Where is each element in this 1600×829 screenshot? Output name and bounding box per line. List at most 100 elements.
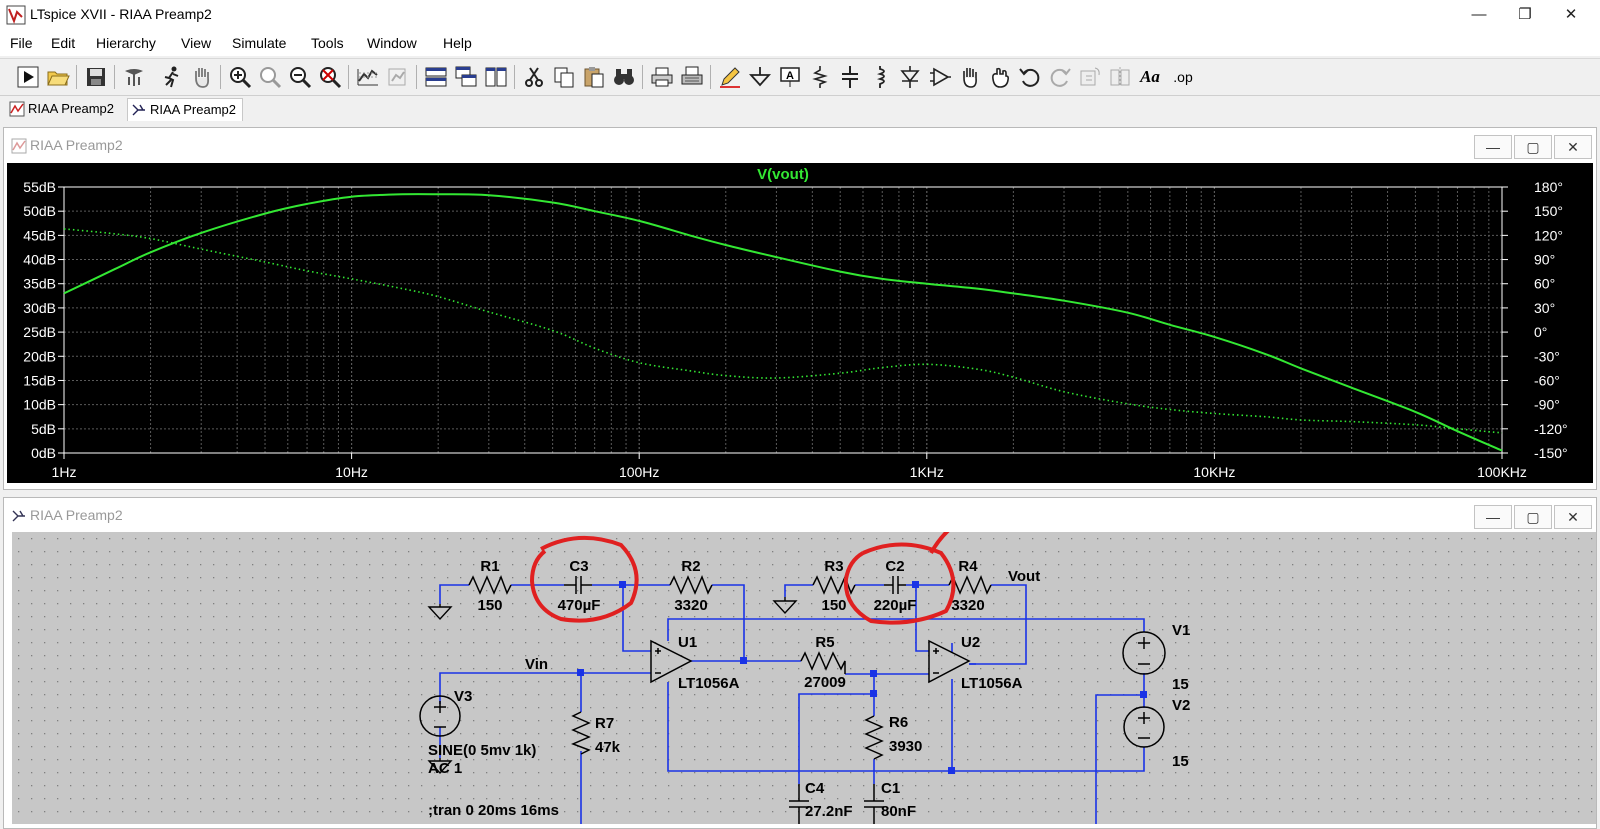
open-icon[interactable] bbox=[46, 65, 70, 89]
y-tick-label: 35dB bbox=[23, 276, 56, 292]
plot-maximize-button[interactable]: ▢ bbox=[1514, 135, 1552, 159]
y2-tick-label: 90° bbox=[1534, 252, 1555, 268]
schematic-close-button[interactable]: ✕ bbox=[1554, 505, 1592, 529]
bode-plot[interactable]: 0dB 5dB 10dB 15dB 20dB 25dB 30dB 35dB 40dB 45dB 50… bbox=[7, 163, 1593, 483]
window-title: LTspice XVII - RIAA Preamp2 bbox=[30, 6, 212, 22]
y2-tick-label: -120° bbox=[1534, 421, 1568, 437]
y-tick-label: 30dB bbox=[23, 300, 56, 316]
cut-icon[interactable] bbox=[522, 65, 546, 89]
menu-simulate[interactable]: Simulate bbox=[232, 35, 286, 51]
y2-tick-label: 180° bbox=[1534, 179, 1563, 195]
pencil-icon[interactable] bbox=[718, 65, 742, 89]
ltspice-logo-icon bbox=[6, 5, 26, 25]
print-setup-icon[interactable] bbox=[680, 65, 704, 89]
text-icon[interactable]: Aa bbox=[1138, 65, 1162, 89]
paste-icon[interactable] bbox=[582, 65, 606, 89]
label-v3-ref: V3 bbox=[454, 688, 472, 705]
diode-icon[interactable] bbox=[898, 65, 922, 89]
resistor-icon[interactable] bbox=[808, 65, 832, 89]
net-label-vout: Vout bbox=[1008, 568, 1040, 585]
label-c4-value: 27.2nF bbox=[805, 803, 853, 820]
label-v2-ref: V2 bbox=[1172, 697, 1190, 714]
zoom-cancel-icon[interactable] bbox=[318, 65, 342, 89]
y2-tick-label: 150° bbox=[1534, 203, 1563, 219]
schematic-maximize-button[interactable]: ▢ bbox=[1514, 505, 1552, 529]
menu-file[interactable]: File bbox=[10, 35, 33, 51]
redo-icon[interactable] bbox=[1048, 65, 1072, 89]
label-c2-value: 220µF bbox=[874, 597, 917, 614]
tab-waveform[interactable]: RIAA Preamp2 bbox=[6, 98, 120, 120]
find-icon[interactable] bbox=[612, 65, 636, 89]
menu-edit[interactable]: Edit bbox=[51, 35, 75, 51]
label-r7-value: 47k bbox=[595, 739, 621, 756]
label-c3-ref: C3 bbox=[569, 558, 588, 575]
run-man-icon[interactable] bbox=[159, 65, 183, 89]
y2-tick-label: 0° bbox=[1534, 324, 1547, 340]
label-v1-ref: V1 bbox=[1172, 622, 1190, 639]
label-u2-ref: U2 bbox=[961, 634, 980, 651]
y-tick-label: 50dB bbox=[23, 203, 56, 219]
pan-hand-icon[interactable] bbox=[190, 65, 214, 89]
plot-window-titlebar: RIAA Preamp2 — ▢ ✕ bbox=[4, 128, 1596, 162]
x-tick-label: 100KHz bbox=[1477, 464, 1527, 480]
capacitor-icon[interactable] bbox=[838, 65, 862, 89]
label-r5-ref: R5 bbox=[815, 634, 834, 651]
title-bar: LTspice XVII - RIAA Preamp2 — ❐ ✕ bbox=[0, 0, 1600, 30]
maximize-button[interactable]: ❐ bbox=[1502, 0, 1548, 30]
move-icon[interactable] bbox=[958, 65, 982, 89]
menu-hierarchy[interactable]: Hierarchy bbox=[96, 35, 156, 51]
menu-help[interactable]: Help bbox=[443, 35, 472, 51]
label-v2-value: 15 bbox=[1172, 753, 1189, 770]
tile-vertical-icon[interactable] bbox=[484, 65, 508, 89]
label-v3-ac: AC 1 bbox=[428, 760, 462, 777]
tab-label: RIAA Preamp2 bbox=[150, 102, 236, 117]
label-v1-value: 15 bbox=[1172, 676, 1189, 693]
label-r6-value: 3930 bbox=[889, 738, 922, 755]
close-button[interactable]: ✕ bbox=[1548, 0, 1594, 30]
run-icon[interactable] bbox=[16, 65, 40, 89]
schematic-icon bbox=[132, 104, 145, 116]
schematic-icon bbox=[12, 510, 25, 522]
zoom-in-icon[interactable] bbox=[228, 65, 252, 89]
tab-schematic[interactable]: RIAA Preamp2 bbox=[127, 98, 243, 121]
minimize-button[interactable]: — bbox=[1456, 0, 1502, 30]
schematic-minimize-button[interactable]: — bbox=[1474, 505, 1512, 529]
y-tick-label: 0dB bbox=[31, 445, 56, 461]
spice-directive-icon[interactable]: .op bbox=[1168, 65, 1198, 89]
label-r1-value: 150 bbox=[477, 597, 502, 614]
toolbar: A Aa .op bbox=[0, 58, 1600, 95]
save-icon[interactable] bbox=[84, 65, 108, 89]
cascade-icon[interactable] bbox=[454, 65, 478, 89]
tile-horizontal-icon[interactable] bbox=[424, 65, 448, 89]
label-v3-value: SINE(0 5mv 1k) bbox=[428, 742, 536, 759]
mirror-icon[interactable] bbox=[1108, 65, 1132, 89]
zoom-out-icon[interactable] bbox=[288, 65, 312, 89]
label-net-icon[interactable]: A bbox=[778, 65, 802, 89]
zoom-area-icon[interactable] bbox=[258, 65, 282, 89]
drag-icon[interactable] bbox=[988, 65, 1012, 89]
label-u2-value: LT1056A bbox=[961, 675, 1023, 692]
ground-icon[interactable] bbox=[748, 65, 772, 89]
autorange-icon[interactable] bbox=[356, 65, 380, 89]
label-r3-ref: R3 bbox=[824, 558, 843, 575]
rotate-icon[interactable] bbox=[1078, 65, 1102, 89]
plot-minimize-button[interactable]: — bbox=[1474, 135, 1512, 159]
print-icon[interactable] bbox=[650, 65, 674, 89]
y2-tick-label: 60° bbox=[1534, 276, 1555, 292]
plot-settings-icon[interactable] bbox=[386, 65, 410, 89]
menu-window[interactable]: Window bbox=[367, 35, 417, 51]
undo-icon[interactable] bbox=[1018, 65, 1042, 89]
control-panel-icon[interactable] bbox=[122, 65, 146, 89]
inductor-icon[interactable] bbox=[868, 65, 892, 89]
menu-tools[interactable]: Tools bbox=[311, 35, 344, 51]
label-r3-value: 150 bbox=[821, 597, 846, 614]
schematic-canvas[interactable]: R1 150 C3 470µF R2 3320 R3 150 C2 220µF … bbox=[12, 532, 1596, 824]
x-tick-label: 100Hz bbox=[619, 464, 659, 480]
copy-icon[interactable] bbox=[552, 65, 576, 89]
spice-directive: ;tran 0 20ms 16ms bbox=[428, 802, 559, 819]
menu-view[interactable]: View bbox=[181, 35, 211, 51]
component-icon[interactable] bbox=[928, 65, 952, 89]
svg-text:A: A bbox=[786, 70, 794, 82]
y-tick-label: 25dB bbox=[23, 324, 56, 340]
plot-close-button[interactable]: ✕ bbox=[1554, 135, 1592, 159]
